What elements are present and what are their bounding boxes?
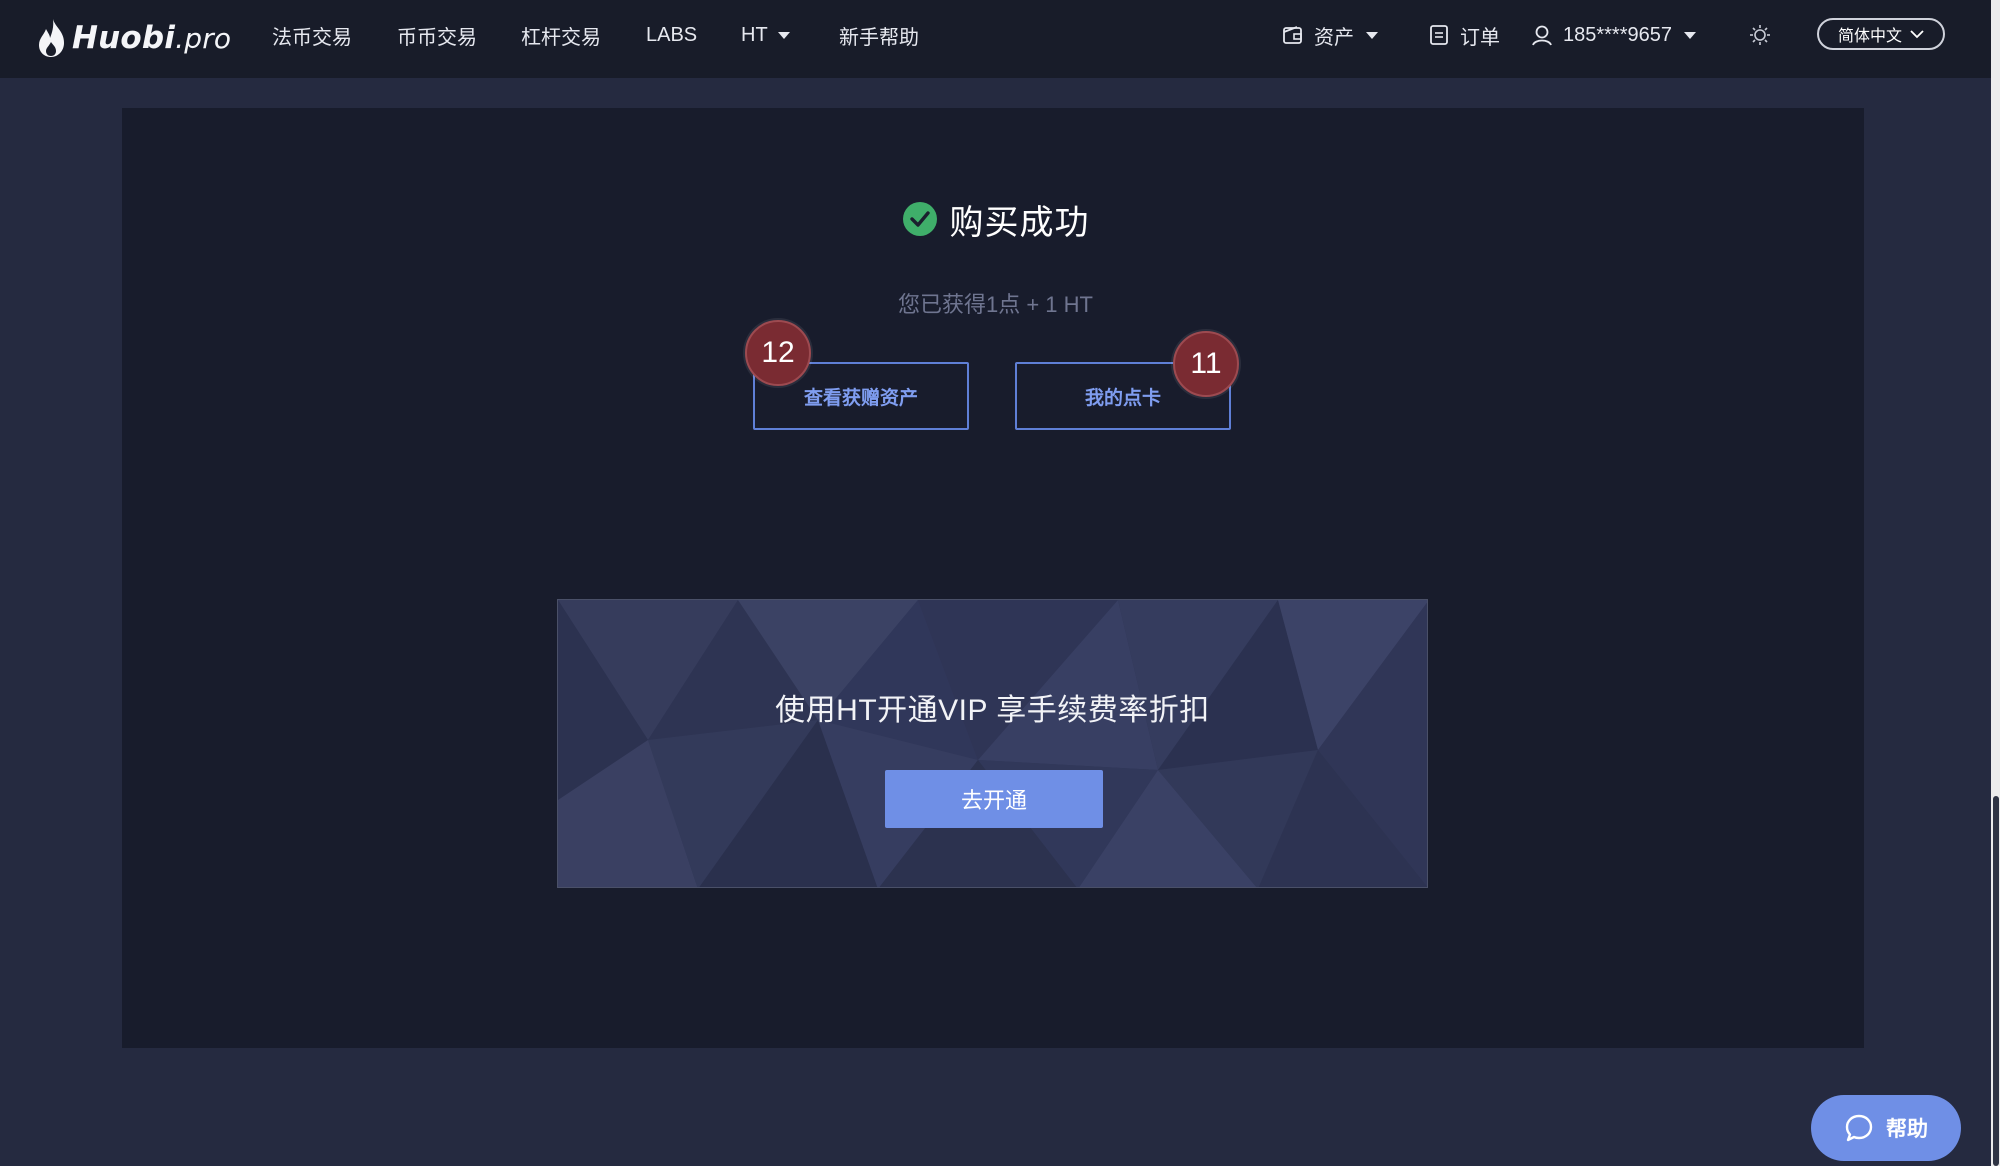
nav-ht-dropdown[interactable]: HT — [741, 18, 790, 52]
user-menu[interactable]: 185****9657 — [1531, 16, 1696, 54]
wallet-icon — [1283, 26, 1302, 44]
content-panel — [122, 108, 1864, 1048]
caret-down-icon — [1684, 31, 1696, 39]
vip-banner-title: 使用HT开通VIP 享手续费率折扣 — [775, 694, 1210, 727]
step-marker-12: 12 — [745, 320, 811, 386]
step-marker-11: 11 — [1173, 331, 1239, 397]
polygon-pattern-background — [558, 600, 1427, 887]
nav-fiat-trade[interactable]: 法币交易 — [272, 18, 352, 52]
orders-menu[interactable]: 订单 — [1428, 16, 1500, 54]
flame-icon — [39, 19, 64, 57]
nav-labs[interactable]: LABS — [646, 18, 697, 52]
document-icon — [1430, 25, 1448, 45]
vip-promo-banner: 使用HT开通VIP 享手续费率折扣 去开通 — [557, 599, 1428, 888]
caret-down-icon — [1366, 31, 1378, 39]
help-chat-button[interactable]: 帮助 — [1811, 1095, 1961, 1161]
nav-beginner-help[interactable]: 新手帮助 — [839, 18, 919, 52]
chat-bubble-icon — [1845, 1114, 1873, 1142]
purchase-success-title: 购买成功 — [0, 195, 1991, 243]
check-circle-icon — [902, 202, 937, 236]
sun-icon — [1750, 25, 1770, 45]
huobi-logo[interactable]: Huobi.pro — [38, 10, 231, 66]
activate-vip-button[interactable]: 去开通 — [885, 770, 1103, 828]
language-selector[interactable]: 简体中文 — [1817, 18, 1945, 50]
theme-toggle[interactable] — [1749, 16, 1781, 54]
scrollbar-thumb[interactable] — [1993, 796, 1999, 1166]
logo-text: Huobi.pro — [72, 20, 232, 56]
chevron-down-icon — [1910, 30, 1924, 39]
assets-menu[interactable]: 资产 — [1282, 16, 1378, 54]
nav-margin-trade[interactable]: 杠杆交易 — [521, 18, 601, 52]
top-header: Huobi.pro 法币交易 币币交易 杠杆交易 LABS HT 新手帮助 资产… — [0, 0, 1991, 78]
caret-down-icon — [777, 31, 790, 39]
user-icon — [1532, 25, 1552, 46]
reward-subtext: 您已获得1点 + 1 HT — [898, 292, 1093, 317]
page-viewport: Huobi.pro 法币交易 币币交易 杠杆交易 LABS HT 新手帮助 资产… — [0, 0, 1991, 1166]
nav-coin-trade[interactable]: 币币交易 — [397, 18, 477, 52]
